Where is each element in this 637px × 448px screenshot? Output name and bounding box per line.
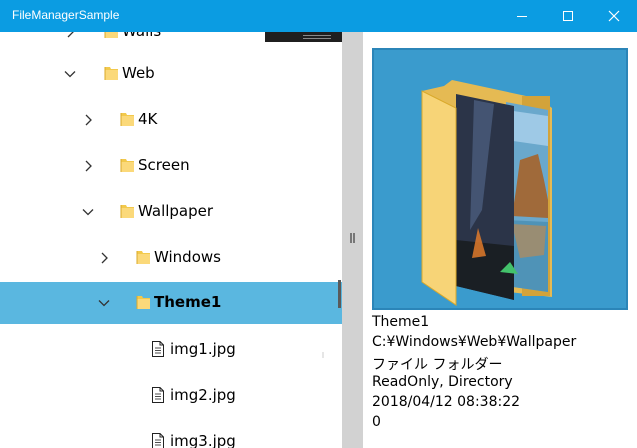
detail-modified: 2018/04/12 08:38:22 [372, 394, 521, 410]
tree-scrollbar-thumb[interactable] [338, 280, 341, 308]
tree-item-windows[interactable]: Windows [0, 237, 342, 279]
window-title: FileManagerSample [12, 8, 120, 22]
file-icon [152, 387, 164, 403]
tree-item-label: img1.jpg [170, 340, 236, 358]
folder-icon [120, 205, 134, 218]
detail-size: 0 [372, 414, 381, 430]
detail-attributes: ReadOnly, Directory [372, 374, 513, 390]
chevron-down-icon[interactable] [81, 205, 95, 219]
drag-grip-line [303, 38, 331, 39]
file-icon [152, 341, 164, 357]
pane-splitter[interactable] [342, 32, 363, 448]
tree-item-img1[interactable]: img1.jpg [0, 329, 342, 371]
close-icon [608, 10, 620, 22]
close-button[interactable] [591, 0, 637, 32]
tree-item-label: Web [122, 64, 155, 82]
maximize-icon [563, 11, 573, 21]
tree-drag-handle[interactable] [265, 32, 342, 42]
tree-item-label: img3.jpg [170, 432, 236, 448]
folder-tree[interactable]: Walls Web 4K Screen Wallpaper Windows [0, 32, 342, 448]
folder-preview-icon [421, 80, 552, 306]
tree-item-label: Walls [122, 32, 161, 40]
tree-scroll-indicator [322, 352, 324, 358]
folder-icon [104, 67, 118, 80]
chevron-right-icon[interactable] [81, 159, 95, 173]
file-icon [152, 433, 164, 448]
splitter-grip-icon [350, 233, 352, 243]
drag-grip-line [303, 35, 331, 36]
tree-item-label: Windows [154, 248, 221, 266]
folder-icon [120, 113, 134, 126]
minimize-icon [517, 16, 527, 17]
tree-item-label: img2.jpg [170, 386, 236, 404]
main-content: Walls Web 4K Screen Wallpaper Windows [0, 32, 637, 448]
tree-item-img2[interactable]: img2.jpg [0, 375, 342, 417]
tree-item-4k[interactable]: 4K [0, 99, 342, 141]
tree-item-screen[interactable]: Screen [0, 145, 342, 187]
tree-item-theme1[interactable]: Theme1 [0, 282, 342, 324]
chevron-right-icon[interactable] [81, 113, 95, 127]
tree-item-label: Screen [138, 156, 190, 174]
details-pane: Theme1 C:¥Windows¥Web¥Wallpaper ファイル フォル… [363, 32, 637, 448]
tree-item-wallpaper[interactable]: Wallpaper [0, 191, 342, 233]
tree-item-label: 4K [138, 110, 158, 128]
folder-icon [136, 296, 150, 309]
detail-path: C:¥Windows¥Web¥Wallpaper [372, 334, 577, 350]
tree-item-img3[interactable]: img3.jpg [0, 421, 342, 448]
folder-icon [136, 251, 150, 264]
chevron-down-icon[interactable] [63, 67, 77, 81]
tree-item-web[interactable]: Web [0, 53, 342, 95]
chevron-down-icon[interactable] [97, 296, 111, 310]
folder-icon [104, 32, 118, 38]
splitter-grip-icon [353, 233, 355, 243]
tree-item-label: Wallpaper [138, 202, 214, 220]
tree-item-label: Theme1 [154, 293, 222, 311]
title-bar: FileManagerSample [0, 0, 637, 32]
folder-thumbnail [372, 48, 628, 310]
detail-name: Theme1 [372, 314, 430, 330]
folder-icon [120, 159, 134, 172]
minimize-button[interactable] [499, 0, 545, 32]
chevron-right-icon[interactable] [97, 251, 111, 265]
detail-type: ファイル フォルダー [372, 357, 503, 373]
chevron-right-icon[interactable] [63, 32, 77, 39]
maximize-button[interactable] [545, 0, 591, 32]
